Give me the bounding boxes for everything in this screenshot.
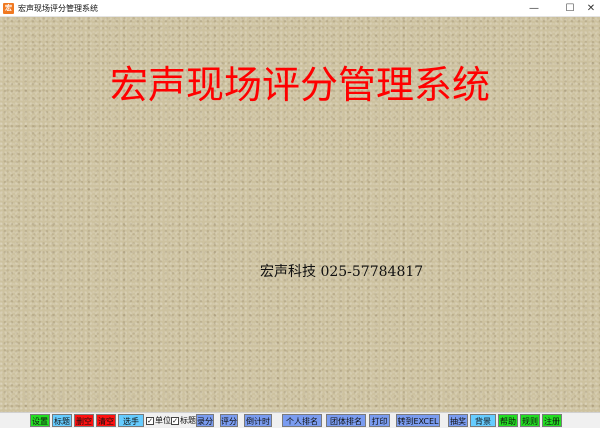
- register-button[interactable]: 注册: [542, 414, 562, 427]
- settings-button[interactable]: 设置: [30, 414, 50, 427]
- rules-button[interactable]: 规则: [520, 414, 540, 427]
- team-ranking-button[interactable]: 团体排名: [326, 414, 366, 427]
- unit-checkbox-box[interactable]: ✓: [146, 416, 154, 425]
- export-excel-button[interactable]: 转到EXCEL: [396, 414, 440, 427]
- main-title: 宏声现场评分管理系统: [109, 63, 490, 107]
- close-button[interactable]: ✕: [582, 0, 600, 16]
- scoring-button[interactable]: 评分: [220, 414, 238, 427]
- help-button[interactable]: 帮助: [498, 414, 518, 427]
- title-checkbox[interactable]: ✓ 标题: [171, 414, 196, 427]
- title-button[interactable]: 标题: [52, 414, 72, 427]
- delete-all-button[interactable]: 删空: [74, 414, 94, 427]
- background-button[interactable]: 背景: [470, 414, 496, 427]
- company-info: 宏声科技 025-57784817: [260, 264, 424, 280]
- app-icon: 宏: [3, 3, 14, 14]
- bottom-toolbar: 设置 标题 删空 清空 选手 ✓ 单位 ✓ 标题 录分 评分 倒计时 个人排名 …: [0, 412, 600, 428]
- record-score-button[interactable]: 录分: [196, 414, 214, 427]
- main-canvas: 宏声现场评分管理系统 宏声科技 025-57784817: [0, 17, 600, 412]
- contestants-button[interactable]: 选手: [118, 414, 144, 427]
- print-button[interactable]: 打印: [369, 414, 390, 427]
- unit-checkbox[interactable]: ✓ 单位: [146, 414, 171, 427]
- countdown-button[interactable]: 倒计时: [244, 414, 272, 427]
- unit-checkbox-label: 单位: [155, 416, 171, 425]
- minimize-button[interactable]: —: [516, 0, 552, 16]
- title-checkbox-box[interactable]: ✓: [171, 416, 179, 425]
- window-title: 宏声现场评分管理系统: [18, 4, 98, 13]
- lottery-button[interactable]: 抽奖: [448, 414, 468, 427]
- individual-ranking-button[interactable]: 个人排名: [282, 414, 322, 427]
- clear-button[interactable]: 清空: [96, 414, 116, 427]
- title-bar: 宏 宏声现场评分管理系统 — ☐ ✕: [0, 0, 600, 17]
- title-checkbox-label: 标题: [180, 416, 196, 425]
